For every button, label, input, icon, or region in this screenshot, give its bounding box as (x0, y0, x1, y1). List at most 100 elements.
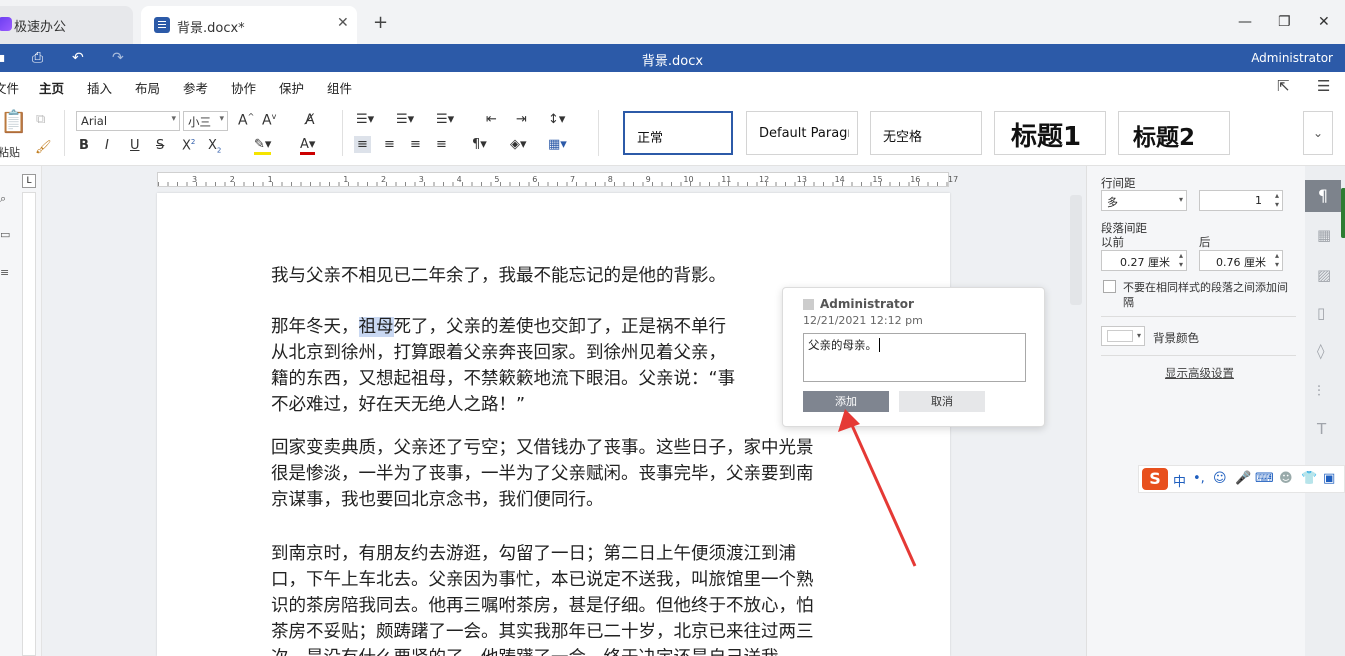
borders-icon[interactable]: ▦▾ (548, 137, 567, 152)
decrease-indent-icon[interactable]: ⇤ (486, 112, 497, 127)
spacing-before-input[interactable]: 0.27 厘米 ▴ ▾ (1101, 250, 1187, 271)
menu-home[interactable]: 主页 (39, 78, 65, 103)
font-color-icon[interactable]: A▾ (300, 137, 316, 155)
numbered-list-icon[interactable]: ☰▾ (396, 112, 414, 127)
selected-text[interactable]: 祖母 (358, 317, 394, 337)
maximize-button[interactable]: ❐ (1278, 14, 1291, 30)
highlight-color-icon[interactable]: ✎▾ (254, 137, 272, 155)
ime-punctuation-icon[interactable]: •, (1193, 471, 1205, 486)
background-color-select[interactable]: ▾ (1101, 326, 1145, 346)
font-size-select[interactable]: 小三 ▾ (183, 111, 228, 131)
show-advanced-settings-link[interactable]: 显示高级设置 (1165, 365, 1234, 381)
line-spacing-icon[interactable]: ↕▾ (548, 112, 565, 127)
menu-components[interactable]: 组件 (327, 78, 352, 97)
style-default-paragraph[interactable]: Default Paragr (746, 111, 858, 155)
user-name[interactable]: Administrator (1251, 51, 1333, 65)
paragraph-1[interactable]: 我与父亲不相见已二年余了，我最不能忘记的是他的背影。 (271, 263, 891, 289)
comment-author: Administrator (820, 297, 914, 311)
ruler-ticks (158, 182, 948, 186)
align-center-icon[interactable]: ≡ (384, 137, 395, 152)
paste-icon[interactable]: 📋 (0, 110, 27, 135)
header-footer-icon[interactable]: ▯ (1317, 304, 1325, 322)
open-location-icon[interactable]: ⇱ (1277, 77, 1290, 95)
no-space-same-style-checkbox[interactable] (1103, 280, 1116, 293)
tab-stop-selector[interactable]: L (22, 174, 36, 188)
cancel-comment-button[interactable]: 取消 (899, 391, 985, 412)
sogou-logo-icon[interactable]: S (1142, 468, 1168, 490)
clear-format-icon[interactable]: A̸ (305, 112, 315, 128)
comment-text-input[interactable]: 父亲的母亲。 (803, 333, 1026, 382)
bullet-list-icon[interactable]: ☰▾ (356, 112, 374, 127)
bold-icon[interactable]: B (79, 138, 89, 153)
divider (1101, 316, 1296, 317)
table-settings-icon[interactable]: ▦ (1317, 226, 1331, 244)
chart-settings-icon[interactable]: ⫶ (1317, 382, 1321, 400)
document-icon (154, 17, 170, 33)
document-title: 背景.docx (641, 54, 704, 69)
shading-icon[interactable]: ◈▾ (510, 137, 527, 152)
align-right-icon[interactable]: ≡ (410, 137, 421, 152)
tab-document[interactable]: 背景.docx* ✕ (141, 6, 357, 44)
menu-protect[interactable]: 保护 (279, 78, 304, 97)
hamburger-menu-icon[interactable]: ☰ (1317, 77, 1330, 95)
ime-keyboard-icon[interactable]: ⌨ (1255, 471, 1274, 486)
menu-insert[interactable]: 插入 (87, 78, 112, 97)
text-art-icon[interactable]: T (1317, 420, 1326, 438)
tab-app-home[interactable]: 极速办公 (0, 6, 133, 44)
font-family-select[interactable]: Arial ▾ (76, 111, 180, 131)
increase-indent-icon[interactable]: ⇥ (516, 112, 527, 127)
copy-icon[interactable]: ⧉ (36, 112, 45, 127)
multilevel-list-icon[interactable]: ☰▾ (436, 112, 454, 127)
ime-language-toggle[interactable]: 中 (1173, 471, 1186, 490)
menu-layout[interactable]: 布局 (135, 78, 160, 97)
menu-file[interactable]: 文件 (0, 78, 19, 97)
paragraph-settings-icon[interactable]: ¶ (1305, 180, 1341, 212)
menu-collaborate[interactable]: 协作 (231, 78, 256, 97)
decrease-font-icon[interactable]: Av (262, 112, 276, 129)
ime-emoji-icon[interactable]: ☺ (1213, 471, 1227, 486)
align-justify-icon[interactable]: ≡ (436, 137, 447, 152)
ime-voice-icon[interactable]: 🎤 (1235, 471, 1251, 486)
align-left-icon[interactable]: ≡ (354, 136, 371, 153)
shape-settings-icon[interactable]: ◊ (1317, 342, 1324, 360)
menu-bar: 文件 主页 插入 布局 参考 协作 保护 组件 ⇱ ☰ (0, 72, 1345, 103)
style-heading2[interactable]: 标题2 (1118, 111, 1230, 155)
paragraph-3[interactable]: 回家变卖典质，父亲还了亏空；又借钱办了丧事。这些日子，家中光景 很是惨淡，一半为… (271, 435, 891, 513)
ime-skin-icon[interactable]: 👕 (1301, 471, 1317, 486)
line-spacing-type-select[interactable]: 多 ▾ (1101, 190, 1187, 211)
add-comment-button[interactable]: 添加 (803, 391, 889, 412)
document-scrollbar[interactable] (1070, 195, 1082, 305)
line-spacing-value-input[interactable]: 1 ▴ ▾ (1199, 190, 1283, 211)
ime-toolbox-icon[interactable]: ▣ (1323, 471, 1335, 486)
line-spacing-label: 行间距 (1101, 176, 1136, 190)
italic-icon[interactable]: I (105, 138, 109, 153)
superscript-icon[interactable]: X2 (182, 138, 195, 153)
style-no-spacing-label: 无空格 (883, 130, 923, 145)
underline-icon[interactable]: U (130, 138, 140, 153)
styles-expand-icon[interactable]: ⌄ (1303, 111, 1333, 155)
comments-icon[interactable]: ▭ (0, 228, 10, 241)
style-heading1[interactable]: 标题1 (994, 111, 1106, 155)
ime-user-icon[interactable]: ☻ (1279, 471, 1293, 486)
paragraph-3-line-3: 京谋事，我也要回北京念书，我们便同行。 (271, 490, 604, 510)
style-no-spacing[interactable]: 无空格 (870, 111, 982, 155)
tab-close-icon[interactable]: ✕ (337, 15, 349, 31)
minimize-button[interactable]: — (1238, 14, 1252, 30)
subscript-icon[interactable]: X2 (208, 138, 221, 155)
search-icon[interactable]: ⌕ (0, 192, 6, 206)
strikethrough-icon[interactable]: S (156, 138, 164, 153)
navigation-icon[interactable]: ≡ (0, 266, 9, 279)
close-window-button[interactable]: ✕ (1318, 14, 1330, 30)
image-settings-icon[interactable]: ▨ (1317, 266, 1331, 284)
style-normal[interactable]: 正常 (623, 111, 733, 155)
paragraph-4[interactable]: 到南京时，有朋友约去游逛，勾留了一日；第二日上午便须渡江到浦 口，下午上车北去。… (271, 541, 891, 656)
menu-references[interactable]: 参考 (183, 78, 208, 97)
increase-font-icon[interactable]: A^ (238, 112, 254, 129)
spacing-after-input[interactable]: 0.76 厘米 ▴ ▾ (1199, 250, 1283, 271)
new-tab-button[interactable]: + (373, 12, 388, 33)
line-spacing-type-value: 多 (1107, 196, 1118, 209)
format-painter-icon[interactable]: 🖌 (35, 140, 52, 155)
vertical-ruler[interactable] (22, 192, 36, 656)
horizontal-ruler[interactable]: 3 2 1 1 2 3 4 5 6 7 8 9 10 11 12 13 14 15 16 17 (157, 172, 958, 187)
paragraph-mark-icon[interactable]: ¶▾ (472, 137, 487, 152)
